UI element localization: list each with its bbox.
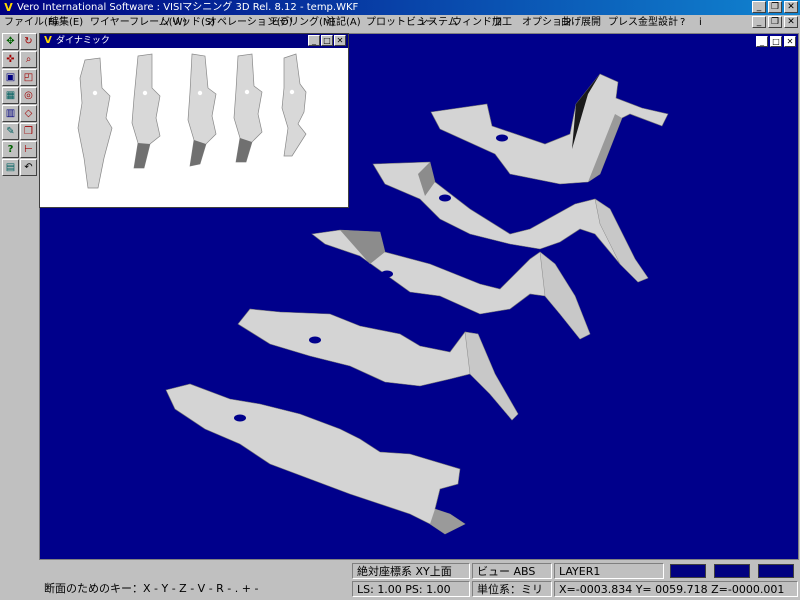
menu-help[interactable]: ? xyxy=(680,15,685,30)
color-box-3[interactable] xyxy=(758,564,794,578)
dynamic-maximize-button[interactable]: □ xyxy=(321,35,333,46)
solid-icon[interactable]: ❒ xyxy=(20,123,37,140)
help-icon[interactable]: ? xyxy=(2,141,19,158)
dynamic-window[interactable]: V ダイナミック _ □ ✕ xyxy=(39,33,349,208)
coord-system-readout: 絶対座標系 XY上面 xyxy=(352,563,470,579)
dynamic-preview xyxy=(77,53,307,189)
dynamic-window-titlebar[interactable]: V ダイナミック _ □ ✕ xyxy=(40,34,348,48)
box-icon[interactable]: ▥ xyxy=(2,105,19,122)
app-logo-icon: V xyxy=(44,35,52,46)
trash-icon[interactable]: ▤ xyxy=(2,159,19,176)
preview-part-1 xyxy=(77,57,113,189)
layer-readout[interactable]: LAYER1 xyxy=(554,563,664,579)
unit-readout: 単位系：ミリ xyxy=(472,581,552,597)
menu-press-die[interactable]: プレス金型設計 xyxy=(608,15,678,30)
target-icon[interactable]: ◎ xyxy=(20,87,37,104)
pan-icon[interactable]: ✥ xyxy=(2,33,19,50)
diamond-icon[interactable]: ◇ xyxy=(20,105,37,122)
section-keys-hint: 断面のためのキー：X - Y - Z - V - R - . + - xyxy=(44,582,259,595)
left-toolbar: ✥ ↻ ✜ ⌕ ▣ ◰ ▦ ◎ ▥ ◇ ✎ ❒ ? ⊢ ▤ ↶ xyxy=(0,31,38,591)
menu-info[interactable]: i xyxy=(699,15,702,30)
dynamic-close-button[interactable]: ✕ xyxy=(334,35,346,46)
grid-icon[interactable]: ▦ xyxy=(2,87,19,104)
dynamic-window-title: ダイナミック xyxy=(56,36,110,46)
bent-part-2 xyxy=(237,308,519,421)
zoom-icon[interactable]: ⌕ xyxy=(20,51,37,68)
color-box-2[interactable] xyxy=(714,564,750,578)
paint-icon[interactable]: ✎ xyxy=(2,123,19,140)
restore-button[interactable]: ❐ xyxy=(768,1,782,13)
close-button[interactable]: ✕ xyxy=(784,1,798,13)
menu-annotation[interactable]: 注記(A) xyxy=(326,15,361,30)
flat-part-1 xyxy=(165,383,466,535)
measure-icon[interactable]: ⊢ xyxy=(20,141,37,158)
window-title: Vero International Software : VISIマシニング … xyxy=(17,2,359,13)
menu-bend-unfold[interactable]: 曲げ展開 xyxy=(561,15,601,30)
minimize-button[interactable]: _ xyxy=(752,1,766,13)
undo-icon[interactable]: ↶ xyxy=(20,159,37,176)
move-icon[interactable]: ✜ xyxy=(2,51,19,68)
menu-machining[interactable]: 加工 xyxy=(492,15,512,30)
view-readout: ビュー ABS xyxy=(472,563,552,579)
menu-bar: ファイル(F) 編集(E) ワイヤーフレーム(W) ソリッド(S) オペレーショ… xyxy=(0,15,800,30)
preview-part-5 xyxy=(281,53,307,157)
doc-restore-button[interactable]: ❐ xyxy=(768,16,782,28)
coordinate-readout: X=-0003.834 Y= 0059.718 Z=-0000.001 xyxy=(554,581,798,597)
corner-icon[interactable]: ◰ xyxy=(20,69,37,86)
app-logo-icon: V xyxy=(4,1,13,14)
ls-ps-readout: LS: 1.00 PS: 1.00 xyxy=(352,581,470,597)
doc-close-button[interactable]: ✕ xyxy=(784,16,798,28)
doc-minimize-button[interactable]: _ xyxy=(752,16,766,28)
bent-part-5 xyxy=(430,73,669,185)
rotate-icon[interactable]: ↻ xyxy=(20,33,37,50)
cube-icon[interactable]: ▣ xyxy=(2,69,19,86)
title-bar: V Vero International Software : VISIマシニン… xyxy=(0,0,800,15)
status-bar-bottom: 断面のためのキー：X - Y - Z - V - R - . + - LS: 1… xyxy=(0,580,800,600)
color-box-1[interactable] xyxy=(670,564,706,578)
status-bar-top: 絶対座標系 XY上面 ビュー ABS LAYER1 xyxy=(0,562,800,580)
menu-edit[interactable]: 編集(E) xyxy=(49,15,83,30)
dynamic-minimize-button[interactable]: _ xyxy=(308,35,320,46)
